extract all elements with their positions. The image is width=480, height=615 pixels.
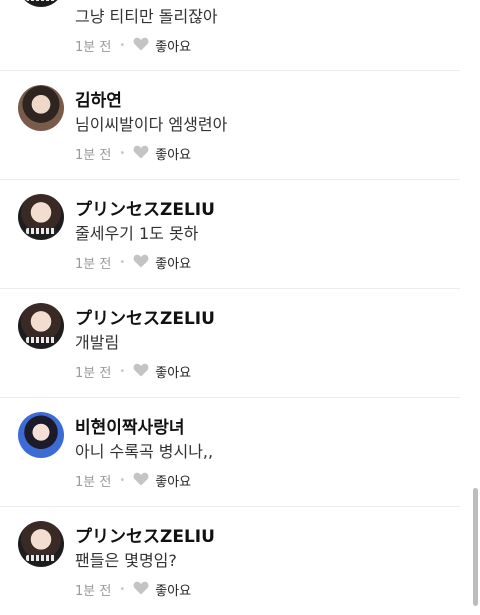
separator-dot: • bbox=[119, 40, 126, 51]
comment-text: 아니 수록곡 병시나,, bbox=[75, 442, 214, 461]
comment-time: 1분 전 bbox=[75, 584, 112, 599]
separator-dot: • bbox=[119, 584, 126, 595]
comment-meta: 1분 전 • 좋아요 bbox=[75, 580, 191, 599]
like-label: 좋아요 bbox=[155, 148, 192, 163]
scrollbar-thumb[interactable] bbox=[473, 488, 478, 606]
like-label: 좋아요 bbox=[155, 40, 192, 55]
comment-username[interactable]: プリンセスZELIU bbox=[75, 522, 215, 547]
comment-meta: 1분 전 • 좋아요 bbox=[75, 253, 191, 272]
comment-username[interactable]: 김하연 bbox=[75, 86, 122, 111]
heart-icon bbox=[133, 254, 149, 272]
comment-username[interactable]: プリンセスZELIU bbox=[75, 304, 215, 329]
like-label: 좋아요 bbox=[155, 257, 192, 272]
user-avatar[interactable] bbox=[18, 412, 64, 458]
comment-meta: 1분 전 • 좋아요 bbox=[75, 471, 191, 490]
like-button[interactable]: 좋아요 bbox=[133, 36, 191, 55]
user-avatar[interactable] bbox=[18, 194, 64, 240]
comment-time: 1분 전 bbox=[75, 475, 112, 490]
like-label: 좋아요 bbox=[155, 584, 192, 599]
user-avatar[interactable] bbox=[18, 85, 64, 131]
comment-item: 그냥 티티만 돌리잖아 1분 전 • 좋아요 bbox=[0, 0, 460, 71]
comment-item: 비현이짝사랑녀 아니 수록곡 병시나,, 1분 전 • 좋아요 bbox=[0, 397, 460, 507]
heart-icon bbox=[133, 581, 149, 599]
user-avatar[interactable] bbox=[18, 521, 64, 567]
comment-item: 김하연 님이씨발이다 엠생련아 1분 전 • 좋아요 bbox=[0, 70, 460, 180]
comment-time: 1분 전 bbox=[75, 40, 112, 55]
heart-icon bbox=[133, 145, 149, 163]
like-button[interactable]: 좋아요 bbox=[133, 144, 191, 163]
like-label: 좋아요 bbox=[155, 366, 192, 381]
comment-meta: 1분 전 • 좋아요 bbox=[75, 36, 191, 55]
user-avatar[interactable] bbox=[18, 0, 64, 7]
comment-item: プリンセスZELIU 팬들은 몇명임? 1분 전 • 좋아요 bbox=[0, 506, 460, 615]
separator-dot: • bbox=[119, 475, 126, 486]
comment-time: 1분 전 bbox=[75, 366, 112, 381]
comment-username[interactable]: 비현이짝사랑녀 bbox=[75, 413, 184, 438]
comment-item: プリンセスZELIU 줄세우기 1도 못하 1분 전 • 좋아요 bbox=[0, 179, 460, 289]
like-button[interactable]: 좋아요 bbox=[133, 253, 191, 272]
like-button[interactable]: 좋아요 bbox=[133, 471, 191, 490]
like-label: 좋아요 bbox=[155, 475, 192, 490]
comment-text: 팬들은 몇명임? bbox=[75, 551, 177, 570]
separator-dot: • bbox=[119, 366, 126, 377]
comment-text: 님이씨발이다 엠생련아 bbox=[75, 115, 228, 134]
separator-dot: • bbox=[119, 257, 126, 268]
comment-time: 1분 전 bbox=[75, 257, 112, 272]
heart-icon bbox=[133, 37, 149, 55]
comment-meta: 1분 전 • 좋아요 bbox=[75, 362, 191, 381]
comment-time: 1분 전 bbox=[75, 148, 112, 163]
separator-dot: • bbox=[119, 148, 126, 159]
comment-meta: 1분 전 • 좋아요 bbox=[75, 144, 191, 163]
like-button[interactable]: 좋아요 bbox=[133, 580, 191, 599]
heart-icon bbox=[133, 363, 149, 381]
comment-text: 그냥 티티만 돌리잖아 bbox=[75, 7, 218, 26]
user-avatar[interactable] bbox=[18, 303, 64, 349]
comment-username[interactable]: プリンセスZELIU bbox=[75, 195, 215, 220]
comment-item: プリンセスZELIU 개발림 1분 전 • 좋아요 bbox=[0, 288, 460, 398]
like-button[interactable]: 좋아요 bbox=[133, 362, 191, 381]
comment-text: 줄세우기 1도 못하 bbox=[75, 224, 199, 243]
comment-text: 개발림 bbox=[75, 333, 120, 352]
heart-icon bbox=[133, 472, 149, 490]
